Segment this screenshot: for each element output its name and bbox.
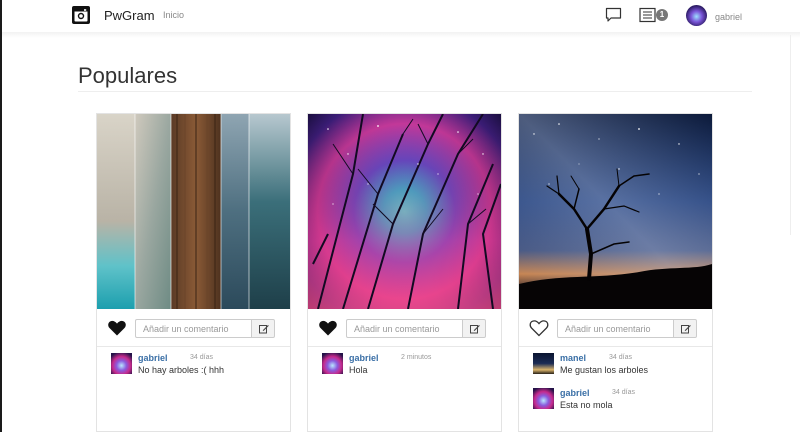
list-icon bbox=[639, 7, 656, 23]
card-divider bbox=[97, 346, 290, 347]
heart-filled-icon[interactable] bbox=[318, 318, 338, 338]
comment-avatar[interactable] bbox=[533, 353, 554, 374]
notifications-button[interactable]: 1 bbox=[639, 7, 669, 25]
starry-forest-photo[interactable] bbox=[308, 114, 501, 309]
edit-icon bbox=[681, 325, 691, 334]
camera-logo-icon[interactable] bbox=[72, 6, 90, 24]
speech-bubble-icon bbox=[605, 7, 622, 22]
window-edge bbox=[0, 0, 2, 432]
submit-comment-button[interactable] bbox=[462, 319, 486, 338]
night-tree-photo[interactable] bbox=[519, 114, 712, 309]
heart-filled-icon[interactable] bbox=[107, 318, 127, 338]
comment-avatar[interactable] bbox=[533, 388, 554, 409]
navbar-shadow bbox=[2, 32, 800, 38]
post-actions bbox=[308, 316, 501, 340]
comment-item: manel 34 días Me gustan los arboles bbox=[533, 353, 703, 377]
submit-comment-button[interactable] bbox=[673, 319, 697, 338]
comment-user[interactable]: gabriel bbox=[138, 353, 168, 363]
post-card: gabriel 2 minutos Hola bbox=[307, 113, 502, 432]
nav-link-home[interactable]: Inicio bbox=[163, 10, 184, 20]
comment-text: Hola bbox=[349, 365, 368, 375]
comment-input[interactable] bbox=[135, 319, 252, 338]
aerial-pier-image bbox=[97, 114, 290, 309]
card-divider bbox=[308, 346, 501, 347]
comment-input[interactable] bbox=[346, 319, 463, 338]
user-name[interactable]: gabriel bbox=[715, 12, 742, 22]
comment-text: Me gustan los arboles bbox=[560, 365, 649, 375]
comment-time: 2 minutos bbox=[401, 354, 432, 361]
comment-item: gabriel 34 días No hay arboles :( hhh bbox=[111, 353, 281, 377]
post-actions bbox=[519, 316, 712, 340]
page-title: Populares bbox=[78, 63, 178, 88]
notifications-badge: 1 bbox=[656, 9, 668, 21]
comment-text: Esta no mola bbox=[560, 400, 613, 410]
edit-icon bbox=[470, 325, 480, 334]
aerial-pier-photo[interactable] bbox=[97, 114, 290, 309]
post-actions bbox=[97, 316, 290, 340]
card-divider bbox=[519, 346, 712, 347]
night-tree-image bbox=[519, 114, 712, 309]
comment-time: 34 días bbox=[190, 354, 213, 361]
comment-time: 34 días bbox=[609, 354, 632, 361]
comment-item: gabriel 34 días Esta no mola bbox=[533, 388, 703, 412]
post-card: gabriel 34 días No hay arboles :( hhh bbox=[96, 113, 291, 432]
comment-item: gabriel 2 minutos Hola bbox=[322, 353, 492, 377]
post-card: manel 34 días Me gustan los arboles gabr… bbox=[518, 113, 713, 432]
heart-outline-icon[interactable] bbox=[529, 318, 549, 338]
comment-avatar[interactable] bbox=[111, 353, 132, 374]
comment-time: 34 días bbox=[612, 389, 635, 396]
comment-user[interactable]: gabriel bbox=[349, 353, 379, 363]
comment-user[interactable]: gabriel bbox=[560, 388, 590, 398]
comment-text: No hay arboles :( hhh bbox=[138, 365, 225, 375]
scrollbar[interactable] bbox=[790, 35, 800, 235]
brand-name[interactable]: PwGram bbox=[104, 8, 155, 23]
comment-avatar[interactable] bbox=[322, 353, 343, 374]
messages-button[interactable] bbox=[605, 7, 622, 25]
comment-input[interactable] bbox=[557, 319, 674, 338]
title-divider bbox=[78, 91, 752, 92]
edit-icon bbox=[259, 325, 269, 334]
user-avatar[interactable] bbox=[686, 5, 707, 26]
comment-user[interactable]: manel bbox=[560, 353, 586, 363]
submit-comment-button[interactable] bbox=[251, 319, 275, 338]
starry-forest-image bbox=[308, 114, 501, 309]
